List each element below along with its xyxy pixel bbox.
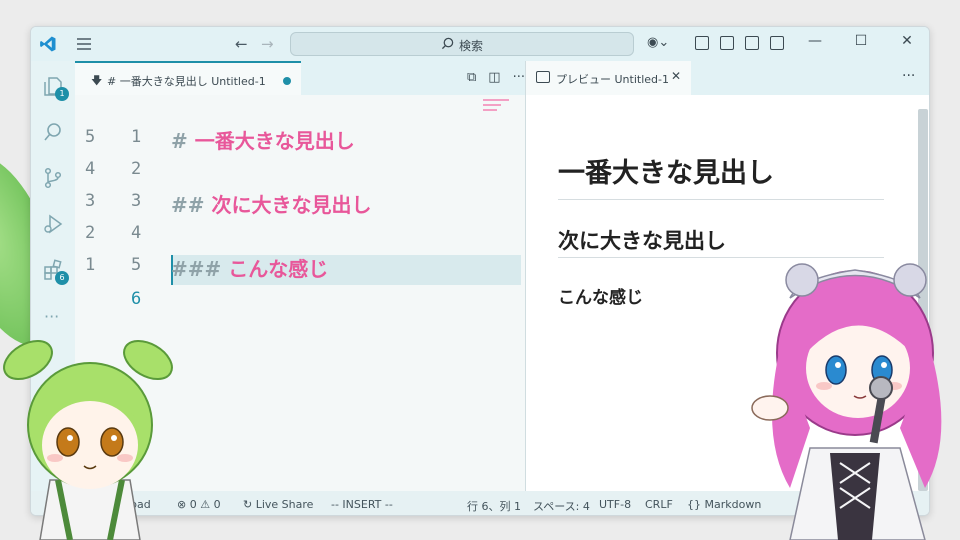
search-icon bbox=[441, 37, 454, 50]
customize-layout-icon[interactable] bbox=[695, 36, 709, 50]
hamburger-menu-icon[interactable] bbox=[75, 36, 93, 52]
status-indentation[interactable]: スペース: 4 bbox=[533, 498, 590, 514]
line-number: 3 bbox=[131, 191, 142, 211]
heading-marker: ## bbox=[171, 193, 205, 217]
vscode-logo-icon bbox=[40, 36, 56, 52]
heading-marker: # bbox=[171, 129, 188, 153]
source-control-icon[interactable] bbox=[42, 167, 64, 189]
heading-text: こんな感じ bbox=[228, 257, 329, 281]
status-encoding[interactable]: UTF-8 bbox=[599, 498, 631, 511]
close-button[interactable]: ✕ bbox=[889, 33, 925, 55]
code-line-3: ## 次に大きな見出し bbox=[171, 189, 371, 218]
line-number: 4 bbox=[131, 223, 142, 243]
preview-tab-bar: プレビュー Untitled-1 ✕ ··· bbox=[525, 61, 929, 95]
status-vim-mode: -- INSERT -- bbox=[331, 498, 393, 511]
command-search-box[interactable]: 検索 bbox=[290, 32, 634, 56]
relative-line-number: 3 bbox=[85, 191, 96, 211]
unsaved-dot-icon[interactable] bbox=[283, 77, 291, 85]
search-placeholder: 検索 bbox=[459, 39, 484, 53]
status-cursor-position[interactable]: 行 6、列 1 bbox=[467, 498, 521, 514]
run-debug-icon[interactable] bbox=[42, 213, 64, 235]
maximize-button[interactable]: ☐ bbox=[843, 33, 879, 55]
line-number: 5 bbox=[131, 255, 142, 275]
preview-icon bbox=[536, 71, 550, 83]
toggle-secondary-sidebar-icon[interactable] bbox=[770, 36, 784, 50]
layout-controls bbox=[695, 36, 784, 50]
preview-heading-2: 次に大きな見出し bbox=[558, 229, 726, 253]
copilot-icon[interactable]: ◉⌄ bbox=[647, 35, 669, 50]
pink-haired-character-illustration bbox=[751, 263, 942, 540]
toggle-panel-icon[interactable] bbox=[745, 36, 759, 50]
editor-tab-bar: 🡇 # 一番大きな見出し Untitled-1 ⧉ ◫ ··· bbox=[75, 61, 525, 95]
tab-untitled-1[interactable]: 🡇 # 一番大きな見出し Untitled-1 bbox=[75, 61, 301, 95]
green-haired-character-illustration bbox=[3, 340, 173, 540]
relative-line-number: 4 bbox=[85, 159, 96, 179]
code-line-5: ### こんな感じ bbox=[171, 253, 328, 282]
preview-heading-3: こんな感じ bbox=[558, 288, 643, 308]
minimize-button[interactable]: — bbox=[797, 33, 833, 55]
title-bar: ← → 検索 ◉⌄ — ☐ ✕ bbox=[31, 27, 929, 61]
pin-icon: 🡇 bbox=[91, 74, 103, 87]
relative-line-number: 1 bbox=[85, 255, 96, 275]
language-icon: {} bbox=[687, 498, 705, 511]
editor-actions: ⧉ ◫ ··· bbox=[467, 70, 525, 85]
heading-text: 一番大きな見出し bbox=[194, 129, 355, 153]
status-live-share[interactable]: ↻ Live Share bbox=[243, 498, 313, 511]
heading-divider bbox=[558, 199, 884, 200]
preview-tab-label: プレビュー Untitled-1 bbox=[556, 73, 669, 86]
toggle-sidebar-icon[interactable] bbox=[720, 36, 734, 50]
live-share-icon: ↻ bbox=[243, 498, 256, 511]
relative-line-number: 2 bbox=[85, 223, 96, 243]
more-views-icon[interactable]: ··· bbox=[44, 307, 59, 326]
forward-arrow-icon[interactable]: → bbox=[261, 35, 274, 53]
tab-preview-untitled-1[interactable]: プレビュー Untitled-1 ✕ bbox=[526, 61, 691, 95]
heading-text: 次に大きな見出し bbox=[211, 193, 372, 217]
more-actions-icon[interactable]: ··· bbox=[902, 68, 915, 84]
relative-line-number: 5 bbox=[85, 127, 96, 147]
search-view-icon[interactable] bbox=[42, 121, 64, 143]
line-number: 1 bbox=[131, 127, 142, 147]
current-line-number: 6 bbox=[131, 289, 142, 309]
explorer-badge: 1 bbox=[55, 87, 69, 101]
live-share-label: Live Share bbox=[255, 498, 314, 511]
status-eol[interactable]: CRLF bbox=[645, 498, 673, 511]
minimap[interactable] bbox=[483, 99, 513, 129]
open-preview-to-side-icon[interactable]: ⧉ bbox=[467, 70, 476, 85]
status-problems[interactable]: ⊗ 0 ⚠ 0 bbox=[177, 498, 221, 511]
preview-heading-1: 一番大きな見出し bbox=[558, 158, 774, 189]
line-number: 2 bbox=[131, 159, 142, 179]
heading-marker: ### bbox=[171, 257, 222, 281]
code-line-1: # 一番大きな見出し bbox=[171, 125, 355, 154]
tab-label: # 一番大きな見出し Untitled-1 bbox=[107, 75, 266, 88]
back-arrow-icon[interactable]: ← bbox=[235, 35, 248, 53]
split-editor-icon[interactable]: ◫ bbox=[488, 70, 500, 85]
close-tab-icon[interactable]: ✕ bbox=[671, 69, 681, 83]
more-actions-icon[interactable]: ··· bbox=[513, 70, 525, 85]
extensions-badge: 6 bbox=[55, 271, 69, 285]
